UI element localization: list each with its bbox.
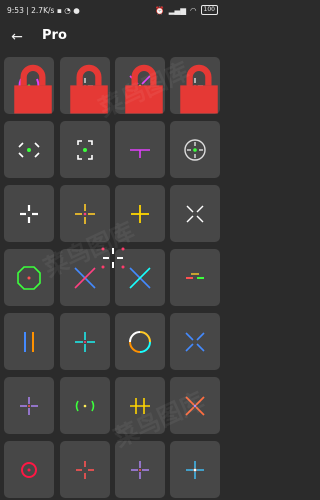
crosshair-circle-white-green-icon [184, 139, 206, 161]
crosshair-tile[interactable] [115, 57, 165, 114]
alarm-icon: ⏰ [155, 5, 165, 15]
crosshair-ring-red-icon [21, 462, 37, 478]
crosshair-tile[interactable] [4, 377, 54, 434]
crosshair-tile[interactable] [115, 249, 165, 306]
crosshair-tile[interactable] [60, 121, 110, 178]
crosshair-x-orange-icon [185, 396, 205, 416]
crosshair-tile[interactable] [115, 377, 165, 434]
crosshair-bars-yellow-icon [130, 398, 150, 414]
crosshair-plus-purple-icon [20, 397, 38, 415]
crosshair-tile[interactable] [4, 121, 54, 178]
status-bar: 9:53 | 2.7K/s ▪ ◔ ● ⏰ ▂▄▆ ◠ 100 [0, 0, 225, 22]
lock-icon [64, 60, 108, 114]
lock-icon [119, 60, 163, 114]
crosshair-tile[interactable] [4, 57, 54, 114]
crosshair-plus-cyan-icon [75, 332, 95, 352]
crosshair-plus-blue-icon [186, 461, 204, 479]
crosshair-tile[interactable] [170, 441, 220, 498]
crosshair-tile[interactable] [4, 249, 54, 306]
crosshair-tile[interactable] [170, 57, 220, 114]
crosshair-ring-multicolor-icon [129, 331, 151, 353]
crosshair-plus-purple-icon [131, 461, 149, 479]
crosshair-tile[interactable] [170, 313, 220, 370]
crosshair-plus-yellow-pink-icon [75, 204, 95, 224]
crosshair-tile[interactable] [115, 121, 165, 178]
app-bar: ← Pro [0, 22, 225, 52]
lock-icon [174, 60, 218, 114]
page-title: Pro [42, 28, 67, 43]
crosshair-tile[interactable] [4, 441, 54, 498]
lock-icon [8, 60, 52, 114]
crosshair-grid [0, 55, 225, 500]
crosshair-tile[interactable] [4, 185, 54, 242]
signal-icon: ▂▄▆ [168, 5, 186, 15]
crosshair-octagon-green-icon [17, 266, 41, 290]
crosshair-tile[interactable] [115, 185, 165, 242]
crosshair-tile[interactable] [4, 313, 54, 370]
back-arrow-icon[interactable]: ← [7, 27, 27, 47]
crosshair-brackets-white-green-icon [77, 140, 93, 160]
crosshair-x-blue-cyan-icon [129, 267, 151, 289]
crosshair-bars-blue-orange-icon [24, 332, 34, 352]
crosshair-dash-red-green-icon [186, 273, 204, 279]
crosshair-tile[interactable] [60, 57, 110, 114]
status-right: ⏰ ▂▄▆ ◠ 100 [155, 5, 218, 15]
crosshair-tile[interactable] [170, 185, 220, 242]
status-network-speed: 2.7K/s [31, 6, 55, 15]
status-left: 9:53 | 2.7K/s ▪ ◔ ● [7, 6, 80, 15]
crosshair-x-white-icon [186, 205, 204, 223]
crosshair-plus-red-icon [76, 461, 94, 479]
battery-icon: 100 [200, 5, 218, 15]
status-time: 9:53 [7, 6, 24, 15]
crosshair-tile[interactable] [170, 377, 220, 434]
crosshair-tile[interactable] [60, 441, 110, 498]
crosshair-parens-green-icon [75, 400, 95, 412]
crosshair-t-pink-icon [130, 149, 150, 158]
crosshair-plus-white-icon [20, 205, 38, 223]
wifi-icon: ◠ [190, 5, 197, 15]
crosshair-x-blue-pink-icon [74, 267, 96, 289]
crosshair-tile[interactable] [115, 441, 165, 498]
crosshair-corners-white-green-icon [18, 142, 40, 158]
crosshair-tile[interactable] [60, 185, 110, 242]
crosshair-tile[interactable] [170, 121, 220, 178]
crosshair-plus-yellow-icon [131, 205, 149, 223]
crosshair-x-blue-icon [185, 332, 205, 352]
crosshair-tile[interactable] [60, 249, 110, 306]
crosshair-tile[interactable] [170, 249, 220, 306]
crosshair-tile[interactable] [60, 377, 110, 434]
crosshair-tile[interactable] [115, 313, 165, 370]
crosshair-tile[interactable] [60, 313, 110, 370]
